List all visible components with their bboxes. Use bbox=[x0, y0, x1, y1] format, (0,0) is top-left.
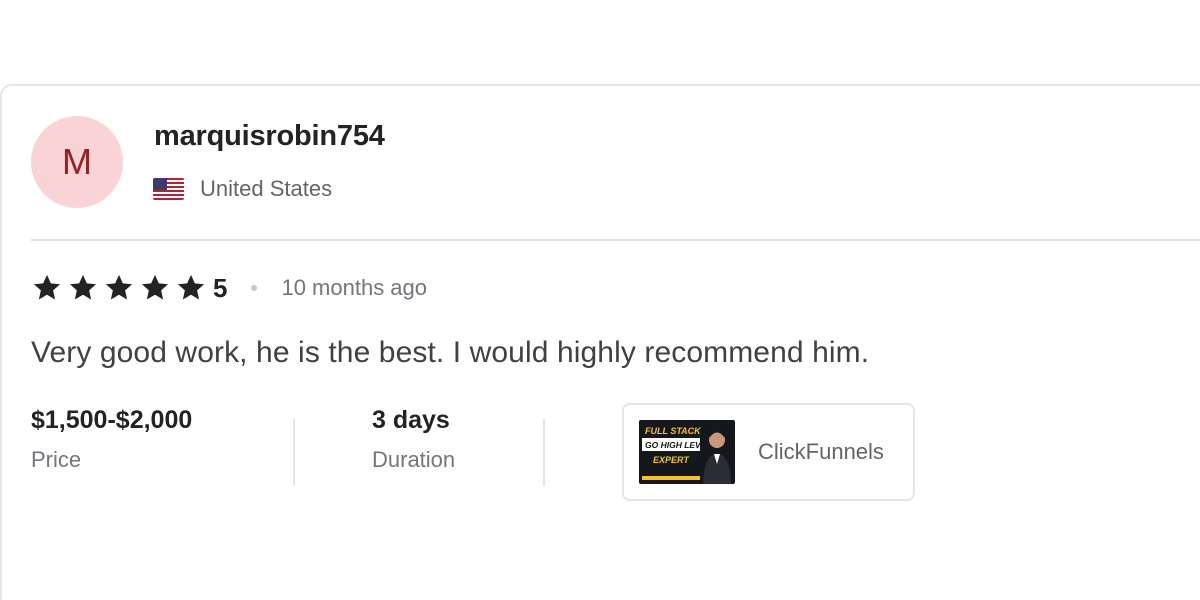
star-icon bbox=[105, 274, 133, 300]
reviewer-country: United States bbox=[153, 176, 332, 202]
svg-text:EXPERT: EXPERT bbox=[653, 455, 690, 465]
us-flag-icon bbox=[153, 178, 184, 200]
review-time: 10 months ago bbox=[281, 275, 428, 300]
meta-divider bbox=[293, 419, 295, 486]
avatar-letter: M bbox=[62, 141, 92, 182]
duration-value: 3 days bbox=[372, 406, 450, 434]
duration-label: Duration bbox=[372, 447, 456, 472]
meta-divider bbox=[543, 419, 545, 486]
rating-row: 5 10 months ago bbox=[31, 272, 427, 304]
separator-dot bbox=[251, 285, 258, 291]
review-text: Very good work, he is the best. I would … bbox=[31, 336, 870, 369]
rating-value: 5 bbox=[213, 272, 228, 303]
svg-text:FULL STACK: FULL STACK bbox=[645, 426, 702, 436]
star-icon bbox=[69, 274, 97, 300]
star-icon bbox=[141, 274, 169, 300]
star-icon bbox=[33, 274, 61, 300]
star-rating bbox=[31, 272, 207, 304]
price-block: $1,500-$2,000 Price bbox=[31, 406, 192, 473]
duration-block: 3 days Duration bbox=[372, 406, 455, 473]
price-label: Price bbox=[31, 447, 82, 472]
reviewer-username[interactable]: marquisrobin754 bbox=[154, 120, 385, 153]
gig-thumbnail[interactable]: FULL STACK GO HIGH LEVEL EXPERT bbox=[639, 420, 735, 484]
gig-card[interactable]: FULL STACK GO HIGH LEVEL EXPERT ClickFun… bbox=[622, 403, 915, 501]
avatar[interactable]: M bbox=[31, 116, 123, 208]
gig-name[interactable]: ClickFunnels bbox=[758, 439, 884, 465]
country-label: United States bbox=[200, 176, 333, 201]
star-icon bbox=[177, 274, 205, 300]
header-divider bbox=[31, 239, 1200, 241]
price-value: $1,500-$2,000 bbox=[31, 406, 193, 434]
svg-text:GO HIGH LEVEL: GO HIGH LEVEL bbox=[645, 440, 712, 450]
